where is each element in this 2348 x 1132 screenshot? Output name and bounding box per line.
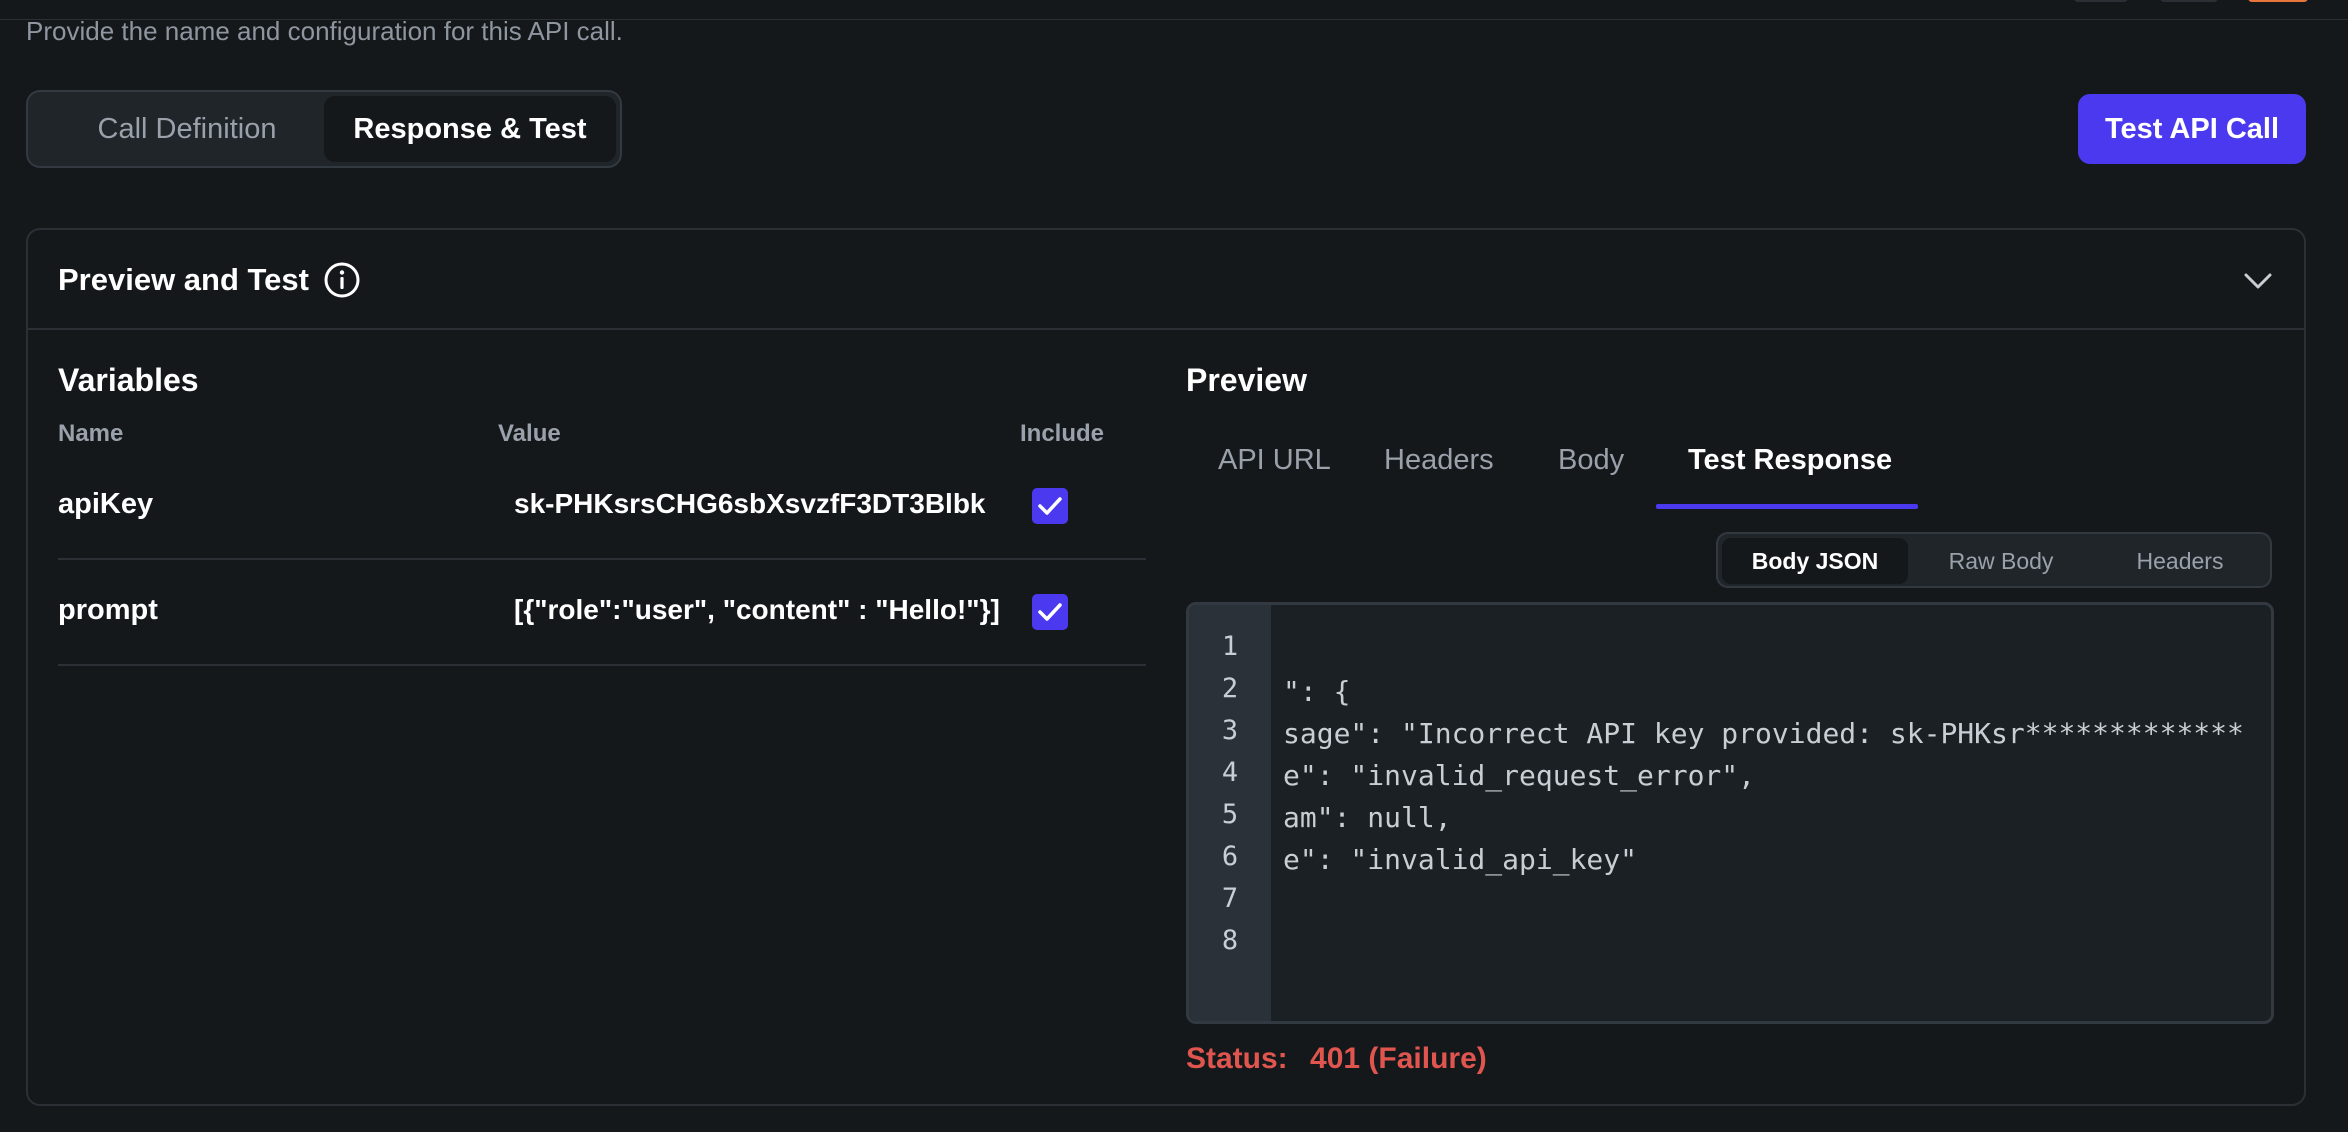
mode-tab-group: Call Definition Response & Test: [26, 90, 622, 168]
page-subtitle: Provide the name and configuration for t…: [26, 16, 623, 46]
subtab-body-json[interactable]: Body JSON: [1722, 538, 1908, 584]
subtab-raw-body[interactable]: Raw Body: [1908, 538, 2094, 584]
variable-row-apikey: apiKey sk-PHKsrsCHG6sbXsvzfF3DT3Blbk: [58, 454, 1146, 560]
variable-name: apiKey: [58, 488, 154, 520]
checkmark-icon: [1038, 603, 1062, 621]
toolbar-button[interactable]: [2160, 0, 2218, 2]
column-header-include: Include: [1020, 420, 1105, 447]
checkmark-icon: [1038, 497, 1062, 515]
tab-test-response[interactable]: Test Response: [1688, 444, 1892, 477]
column-header-name: Name: [58, 420, 124, 447]
tab-headers[interactable]: Headers: [1384, 444, 1494, 477]
chevron-down-icon[interactable]: [2238, 264, 2278, 298]
info-icon[interactable]: [322, 260, 362, 300]
card-header[interactable]: Preview and Test: [28, 230, 2304, 330]
tab-api-url[interactable]: API URL: [1218, 444, 1331, 477]
code-line: ": {: [1283, 675, 1351, 708]
status-label: Status:: [1186, 1042, 1288, 1075]
line-number: 2: [1221, 673, 1239, 704]
line-number-gutter: 1 2 3 4 5 6 7 8: [1189, 605, 1271, 1021]
test-api-call-button[interactable]: Test API Call: [2078, 94, 2306, 164]
active-tab-indicator: [1656, 504, 1918, 509]
status-value: 401 (Failure): [1310, 1042, 1487, 1075]
response-code-viewer[interactable]: 1 2 3 4 5 6 7 8 ": { sage": "Incorrect A…: [1186, 602, 2274, 1024]
card-title: Preview and Test: [58, 262, 309, 297]
toolbar-button[interactable]: [2248, 0, 2308, 2]
tab-response-test[interactable]: Response & Test: [324, 96, 616, 162]
include-checkbox[interactable]: [1032, 594, 1068, 630]
variables-title: Variables: [58, 362, 199, 398]
tab-body[interactable]: Body: [1558, 444, 1624, 477]
variable-name: prompt: [58, 594, 158, 626]
code-line: sage": "Incorrect API key provided: sk-P…: [1283, 717, 2243, 750]
code-line: e": "invalid_api_key": [1283, 843, 1638, 876]
variable-value-input[interactable]: [{"role":"user", "content" : "Hello!"}]: [514, 594, 1000, 626]
line-number: 7: [1221, 883, 1239, 914]
tab-call-definition[interactable]: Call Definition: [32, 96, 342, 162]
include-checkbox[interactable]: [1032, 488, 1068, 524]
response-subtab-group: Body JSON Raw Body Headers: [1716, 532, 2272, 588]
variable-row-prompt: prompt [{"role":"user", "content" : "Hel…: [58, 560, 1146, 666]
line-number: 8: [1221, 925, 1239, 956]
column-header-value: Value: [498, 420, 561, 447]
toolbar-button[interactable]: [2074, 0, 2128, 2]
code-line: am": null,: [1283, 801, 1452, 834]
response-status: Status: 401 (Failure): [1186, 1042, 1487, 1076]
variable-value-input[interactable]: sk-PHKsrsCHG6sbXsvzfF3DT3Blbk: [514, 488, 986, 520]
line-number: 3: [1221, 715, 1239, 746]
line-number: 1: [1221, 631, 1239, 662]
preview-title: Preview: [1186, 362, 1307, 398]
line-number: 5: [1221, 799, 1239, 830]
code-line: e": "invalid_request_error",: [1283, 759, 1756, 792]
line-number: 6: [1221, 841, 1239, 872]
subtab-headers[interactable]: Headers: [2090, 538, 2270, 584]
line-number: 4: [1221, 757, 1239, 788]
preview-and-test-card: Preview and Test Variables Name Value In…: [26, 228, 2306, 1106]
